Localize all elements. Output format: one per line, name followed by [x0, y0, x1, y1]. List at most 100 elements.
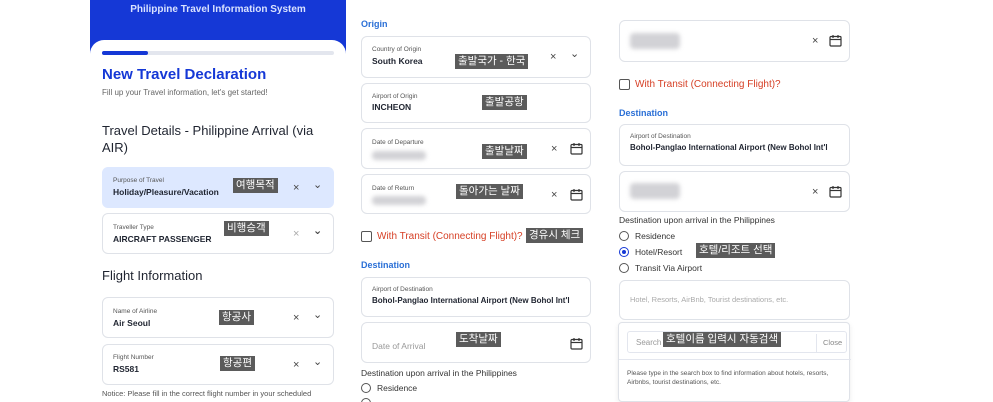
airport-of-destination-field[interactable]: Airport of Destination Bohol-Panglao Int…	[361, 277, 591, 317]
field-value: AIRCRAFT PASSENGER	[113, 234, 212, 244]
field-label: Flight Number	[113, 354, 154, 361]
origin-heading: Origin	[361, 19, 388, 29]
progress-bar	[102, 51, 334, 55]
chevron-down-icon[interactable]: ⌄	[570, 49, 579, 60]
radio-residence[interactable]	[619, 231, 629, 241]
calendar-icon[interactable]	[570, 337, 583, 350]
airport-of-origin-field[interactable]: Airport of Origin INCHEON	[361, 83, 591, 123]
field-value: RS581	[113, 364, 139, 374]
field-value: Bohol-Panglao International Airport (New…	[372, 296, 570, 305]
transit-label: With Transit (Connecting Flight)?	[635, 79, 781, 90]
flight-number-select[interactable]: Flight Number RS581 × ⌄	[102, 344, 334, 385]
departure-date-field[interactable]: Date of Departure ×	[361, 128, 591, 169]
clear-icon[interactable]: ×	[550, 52, 556, 63]
field-label: Airport of Destination	[372, 286, 433, 293]
field-value: Holiday/Pleasure/Vacation	[113, 187, 219, 197]
annotation-country: 출발국가 - 한국	[455, 54, 529, 69]
clear-icon[interactable]: ×	[812, 187, 818, 198]
annotation-purpose: 여행목적	[233, 178, 278, 193]
field-label: Airport of Origin	[372, 93, 418, 100]
arrival-placeholder: Date of Arrival	[372, 341, 426, 351]
radio-transit-label: Transit Via Airport	[635, 263, 703, 273]
clear-icon[interactable]: ×	[293, 229, 299, 240]
chevron-down-icon[interactable]: ⌄	[313, 310, 322, 321]
radio-hotel-resort[interactable]	[619, 247, 629, 257]
annotation-flight-number: 항공편	[220, 356, 255, 371]
traveller-type-select[interactable]: Traveller Type AIRCRAFT PASSENGER × ⌄	[102, 213, 334, 254]
annotation-arrival: 도착날짜	[456, 332, 501, 347]
field-label: Airport of Destination	[630, 133, 691, 140]
radio-residence-label: Residence	[377, 383, 418, 393]
field-label: Date of Return	[372, 185, 415, 192]
search-help-text: Please type in the search box to find in…	[627, 370, 829, 386]
purpose-of-travel-select[interactable]: Purpose of Travel Holiday/Pleasure/Vacat…	[102, 167, 334, 208]
field-label: Name of Airline	[113, 308, 158, 315]
calendar-icon[interactable]	[829, 185, 842, 198]
calendar-icon[interactable]	[570, 142, 583, 155]
airport-of-destination-field[interactable]: Airport of Destination Bohol-Panglao Int…	[619, 124, 850, 166]
annotation-search: 호텔이름 입력시 자동검색	[663, 332, 782, 347]
field-value: Bohol-Panglao International Airport (New…	[630, 143, 828, 152]
annotation-traveller: 비행승객	[224, 221, 269, 236]
dropdown-divider	[619, 359, 851, 360]
field-label: Traveller Type	[113, 224, 154, 231]
page-title: New Travel Declaration	[102, 66, 267, 83]
redacted-value	[630, 183, 680, 199]
annotation-return: 돌아가는 날짜	[456, 184, 523, 199]
upon-arrival-label: Destination upon arrival in the Philippi…	[361, 368, 517, 378]
annotation-transit: 경유시 체크	[526, 228, 584, 243]
page-subtitle: Fill up your Travel information, let's g…	[102, 88, 268, 97]
travel-details-heading: Travel Details - Philippine Arrival (via…	[102, 123, 314, 155]
transit-label: With Transit (Connecting Flight)?	[377, 231, 523, 242]
annotation-hotel: 호텔/리조트 선택	[696, 243, 776, 258]
close-button[interactable]: Close	[823, 338, 842, 347]
field-label: Country of Origin	[372, 46, 422, 53]
redacted-date	[372, 151, 426, 160]
clear-icon[interactable]: ×	[293, 360, 299, 371]
radio-hotel[interactable]	[361, 398, 371, 402]
clear-icon[interactable]: ×	[812, 36, 818, 47]
radio-residence-label: Residence	[635, 231, 676, 241]
field-value: South Korea	[372, 56, 423, 66]
field-value: INCHEON	[372, 102, 412, 112]
field-label: Date of Departure	[372, 139, 424, 146]
clear-icon[interactable]: ×	[293, 183, 299, 194]
radio-transit-via-airport[interactable]	[619, 263, 629, 273]
field-label: Purpose of Travel	[113, 177, 164, 184]
calendar-icon[interactable]	[829, 34, 842, 47]
flight-information-heading: Flight Information	[102, 268, 203, 283]
flight-notice: Notice: Please fill in the correct fligh…	[102, 389, 312, 398]
transit-checkbox[interactable]	[361, 231, 372, 242]
hotel-search-dropdown: Search Close 호텔이름 입력시 자동검색 Please type i…	[618, 322, 851, 402]
redacted-date	[372, 196, 426, 205]
redacted-value	[630, 33, 680, 49]
calendar-icon[interactable]	[570, 188, 583, 201]
radio-residence[interactable]	[361, 383, 371, 393]
chevron-down-icon[interactable]: ⌄	[313, 357, 322, 368]
chevron-down-icon[interactable]: ⌄	[313, 226, 322, 237]
clear-icon[interactable]: ×	[551, 190, 557, 201]
annotation-airline: 항공사	[219, 310, 254, 325]
travel-declaration-panel: Philippine Travel Information System New…	[90, 0, 346, 402]
search-placeholder: Search	[636, 338, 662, 347]
redacted-field[interactable]: ×	[619, 20, 850, 62]
radio-hotel-resort-label: Hotel/Resort	[635, 247, 683, 257]
progress-fill	[102, 51, 149, 55]
redacted-date-field[interactable]: ×	[619, 171, 850, 212]
destination-heading: Destination	[361, 260, 411, 270]
clear-icon[interactable]: ×	[551, 144, 557, 155]
chevron-down-icon[interactable]: ⌄	[313, 180, 322, 191]
close-separator	[816, 334, 817, 352]
upon-arrival-label: Destination upon arrival in the Philippi…	[619, 215, 775, 225]
field-value: Air Seoul	[113, 318, 151, 328]
airline-select[interactable]: Name of Airline Air Seoul × ⌄	[102, 297, 334, 338]
destination-heading: Destination	[619, 108, 669, 118]
annotation-airport-origin: 출발공항	[482, 95, 527, 110]
transit-checkbox[interactable]	[619, 79, 630, 90]
clear-icon[interactable]: ×	[293, 313, 299, 324]
annotation-departure: 출발날짜	[482, 144, 527, 159]
origin-destination-panel: Origin Country of Origin South Korea × ⌄…	[358, 0, 594, 402]
hotel-search-field[interactable]: Hotel, Resorts, AirBnb, Tourist destinat…	[619, 280, 850, 320]
system-title: Philippine Travel Information System	[130, 4, 306, 15]
destination-panel: × With Transit (Connecting Flight)? Dest…	[614, 0, 863, 402]
